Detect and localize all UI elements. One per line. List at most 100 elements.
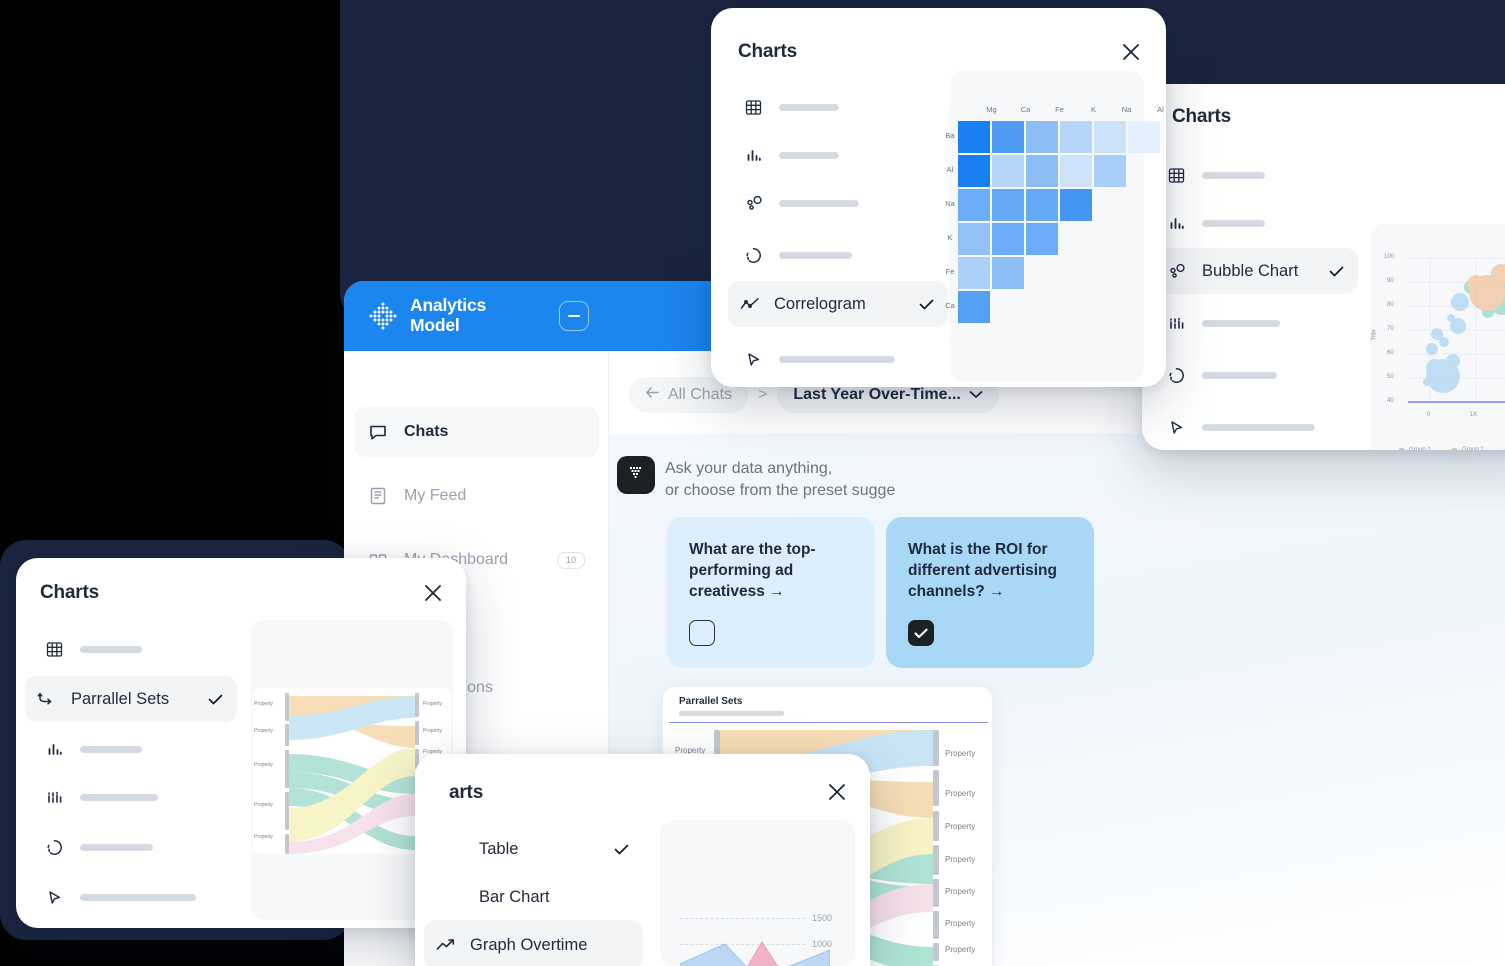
chart-option-placeholder-bar [80, 843, 153, 851]
chart-option-label: Table [479, 839, 519, 858]
grouped-bar-icon [1168, 315, 1194, 332]
sidebar-item-chats[interactable]: Chats [354, 407, 599, 457]
heatmap-col-label: Na [1121, 105, 1132, 114]
sidebar-collapse-button[interactable] [559, 301, 589, 331]
correlogram-preview: Mg Ca Fe K Na Al Ba Al Na K Fe Ca [945, 71, 1164, 382]
greeting-line-2: or choose from the preset sugge [665, 482, 896, 499]
chart-option-graph-overtime[interactable]: Graph Overtime [424, 920, 643, 966]
app-title: Analytics Model [410, 295, 520, 335]
check-icon [1329, 266, 1344, 277]
bar-chart-icon [745, 147, 771, 164]
heatmap-row-label: Al [946, 165, 954, 174]
sankey-preview-right-label: Property [423, 728, 442, 734]
heatmap-row-label: Fe [945, 267, 955, 276]
assistant-greeting: Ask your data anything, or choose from t… [665, 458, 1085, 502]
chart-option-parallel-sets[interactable]: Parrallel Sets [25, 676, 237, 722]
charts-panel-correlogram: Charts Correlogram Mg Ca Fe K Na Al Ba A… [711, 8, 1166, 387]
close-icon[interactable] [1120, 41, 1142, 63]
close-icon[interactable] [422, 582, 444, 604]
chart-option-pointer[interactable] [34, 874, 254, 920]
heatmap-cell [992, 223, 1024, 255]
heatmap-cell [992, 155, 1024, 187]
heatmap-cell [958, 155, 990, 187]
area-chart-svg [680, 941, 830, 966]
chart-option-table[interactable] [733, 84, 943, 130]
chart-option-donut[interactable] [34, 824, 240, 870]
check-icon [614, 844, 629, 855]
bar-chart-icon [1168, 215, 1194, 232]
graph-overtime-preview: 1500 1000 [660, 820, 855, 966]
chart-option-table[interactable] [34, 626, 240, 672]
panel-title: arts [449, 782, 484, 803]
greeting-line-1: Ask your data anything, [665, 460, 833, 477]
sankey-preview-left-label: Property [254, 762, 273, 768]
heatmap-cell [1026, 189, 1058, 221]
heatmap-cell [1026, 223, 1058, 255]
suggestion-card-1-checkbox[interactable] [689, 620, 715, 646]
chart-option-label: Graph Overtime [470, 935, 588, 954]
chart-option-donut[interactable] [733, 232, 943, 278]
bubble-chart-icon [745, 195, 771, 212]
chart-option-bubble-chart[interactable]: Bubble Chart [1156, 248, 1358, 294]
heatmap-col-label: Ca [1020, 105, 1031, 114]
grouped-bar-icon [46, 789, 72, 806]
chat-bubble-icon [368, 422, 390, 442]
sankey-right-label: Property [945, 855, 976, 864]
chart-option-grouped-bar[interactable] [1156, 300, 1358, 346]
chart-option-pointer[interactable] [733, 336, 953, 382]
bubble-chart-svg [1408, 257, 1505, 403]
line-chart-icon [740, 297, 766, 311]
suggestion-card-2[interactable]: What is the ROI for different advertisin… [886, 517, 1094, 668]
heatmap-cell [1094, 155, 1126, 187]
chart-option-placeholder-bar [779, 355, 895, 363]
sankey-node-right [933, 811, 939, 841]
heatmap-row-label: Ba [945, 131, 955, 140]
close-icon[interactable] [826, 781, 848, 803]
table-icon [745, 99, 771, 116]
y-axis-tick: 50 [1387, 374, 1394, 380]
minus-icon [568, 315, 580, 317]
sankey-node-right [933, 730, 939, 766]
heatmap-cell [1026, 155, 1058, 187]
chart-option-placeholder-bar [779, 199, 859, 207]
chart-option-placeholder-bar [1202, 219, 1265, 227]
breadcrumb-current-label: Last Year Over-Time... [793, 386, 961, 403]
heatmap-cell [958, 291, 990, 323]
suggestion-card-1[interactable]: What are the top-performing ad creatives… [667, 517, 875, 668]
chart-option-correlogram[interactable]: Correlogram [728, 281, 948, 327]
sidebar-item-my-feed[interactable]: My Feed [354, 471, 599, 521]
chart-option-bar[interactable] [733, 132, 943, 178]
gridline-label-1500: 1500 [812, 913, 833, 923]
legend-dot-group-2 [1451, 448, 1458, 450]
chart-option-pointer[interactable] [1156, 404, 1358, 450]
arrow-left-icon [645, 386, 660, 404]
heatmap-cell [992, 257, 1024, 289]
chart-option-bubble[interactable] [733, 180, 943, 226]
check-icon [919, 299, 934, 310]
y-axis-tick: 90 [1387, 278, 1394, 284]
sankey-right-label: Property [945, 919, 976, 928]
sankey-preview-left-label: Property [254, 834, 273, 840]
donut-chart-icon [46, 839, 72, 856]
chart-option-grouped-bar[interactable] [34, 774, 240, 820]
heatmap-cell [992, 121, 1024, 153]
suggestion-card-2-checkbox[interactable] [908, 620, 934, 646]
chart-option-bar[interactable] [34, 726, 240, 772]
chart-option-bar[interactable] [1156, 200, 1358, 246]
chart-option-table[interactable] [1156, 152, 1358, 198]
heatmap-cell [1060, 155, 1092, 187]
sankey-preview-right-label: Property [423, 701, 442, 707]
chart-option-table[interactable]: Table [433, 826, 643, 872]
chart-option-label: Bar Chart [479, 887, 550, 906]
x-axis-tick: 0 [1427, 412, 1431, 418]
charts-panel-parallel-sets: Charts Parrallel Sets Property Property … [16, 558, 466, 928]
y-axis-tick: 80 [1387, 302, 1394, 308]
parallel-sets-subtitle-bar [679, 711, 784, 716]
check-icon [208, 694, 223, 705]
sankey-node-right [933, 845, 939, 875]
panel-title: Charts [40, 582, 99, 603]
chart-option-bar-chart[interactable]: Bar Chart [433, 874, 643, 920]
y-axis-tick: 40 [1387, 398, 1394, 404]
sidebar-item-label: Chats [404, 423, 449, 440]
chart-option-donut[interactable] [1156, 352, 1358, 398]
